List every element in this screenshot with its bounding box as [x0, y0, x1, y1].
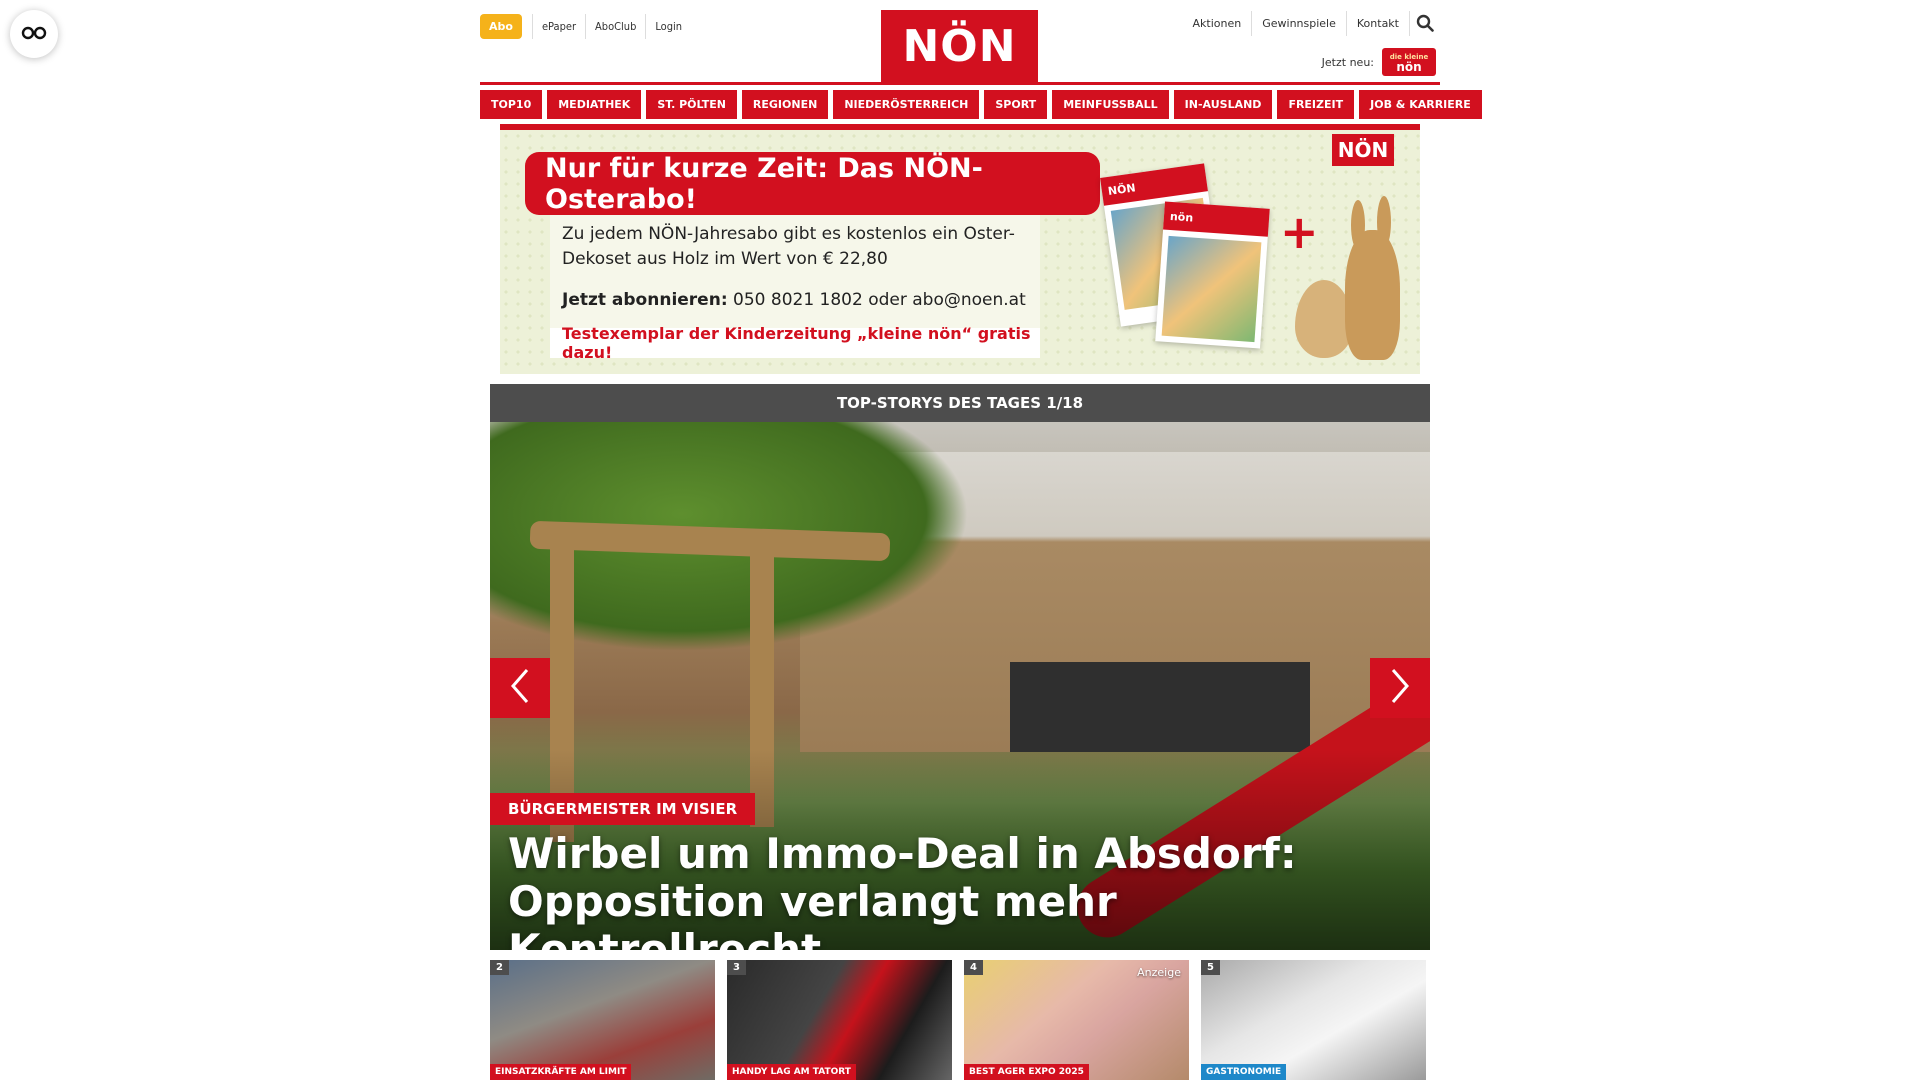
ad-kinderzeitung-title: nön — [1163, 201, 1270, 237]
hero-kicker: BÜRGERMEISTER IM VISIER — [490, 793, 756, 825]
top-left-links: Abo ePaper AboClub Login — [480, 14, 691, 39]
carousel-prev-button[interactable] — [490, 658, 550, 718]
story-thumbnail[interactable]: 4 Anzeige BEST AGER EXPO 2025 — [964, 960, 1189, 1080]
ad-kinderzeitung-offer: Testexemplar der Kinderzeitung „kleine n… — [550, 324, 1040, 362]
aktionen-link[interactable]: Aktionen — [1183, 10, 1253, 36]
story-kicker: HANDY LAG AM TATORT — [727, 1064, 856, 1080]
top-right-links: Aktionen Gewinnspiele Kontakt — [1183, 10, 1440, 36]
nav-item-freizeit[interactable]: FREIZEIT — [1277, 90, 1355, 119]
carousel-next-button[interactable] — [1370, 658, 1430, 718]
login-link[interactable]: Login — [645, 14, 691, 39]
kontakt-link[interactable]: Kontakt — [1347, 10, 1410, 36]
chevron-right-icon — [1389, 668, 1411, 708]
nav-item-meinfussball[interactable]: MEINFUSSBALL — [1052, 90, 1169, 119]
story-thumbnail[interactable]: 2 EINSATZKRÄFTE AM LIMIT — [490, 960, 715, 1080]
search-icon[interactable] — [1410, 10, 1440, 36]
story-thumbnail[interactable]: 5 GASTRONOMIE — [1201, 960, 1426, 1080]
easter-bunny-image — [1345, 196, 1400, 360]
story-number: 3 — [727, 960, 746, 975]
ad-contact-details: 050 8021 1802 oder abo@noen.at — [727, 290, 1026, 310]
nav-item-mediathek[interactable]: MEDIATHEK — [547, 90, 642, 119]
aboclub-link[interactable]: AboClub — [585, 14, 645, 39]
page-container: Abo ePaper AboClub Login NÖN Aktionen Ge… — [480, 0, 1482, 1080]
site-header: Abo ePaper AboClub Login NÖN Aktionen Ge… — [480, 0, 1440, 90]
nav-item-top10[interactable]: TOP10 — [480, 90, 543, 119]
story-kicker: GASTRONOMIE — [1201, 1064, 1287, 1080]
glasses-icon — [21, 25, 47, 44]
nav-item-st-poelten[interactable]: ST. PÖLTEN — [646, 90, 737, 119]
jetzt-neu: Jetzt neu: die kleine nön — [1322, 48, 1436, 76]
top-stories-title: TOP-STORYS DES TAGES 1/18 — [490, 384, 1430, 422]
chevron-left-icon — [509, 668, 531, 708]
story-number: 4 — [964, 960, 983, 975]
story-thumbnails: 2 EINSATZKRÄFTE AM LIMIT 3 HANDY LAG AM … — [490, 960, 1430, 1080]
story-number: 5 — [1201, 960, 1220, 975]
story-number: 2 — [490, 960, 509, 975]
hero-image-windows — [1010, 662, 1310, 752]
main-nav: TOP10 MEDIATHEK ST. PÖLTEN REGIONEN NIED… — [480, 90, 1482, 119]
nav-item-sport[interactable]: SPORT — [984, 90, 1048, 119]
story-thumbnail[interactable]: 3 HANDY LAG AM TATORT — [727, 960, 952, 1080]
ad-label: Anzeige — [1137, 966, 1181, 979]
ad-contact-label: Jetzt abonnieren: — [562, 290, 728, 310]
noen-logo[interactable]: NÖN — [881, 10, 1038, 83]
accessibility-button[interactable] — [10, 10, 58, 58]
jetzt-neu-label: Jetzt neu: — [1321, 55, 1374, 69]
ad-kinderzeitung-image: nön — [1155, 201, 1270, 349]
hero-story[interactable]: BÜRGERMEISTER IM VISIER Wirbel um Immo-D… — [490, 422, 1430, 950]
logo-text: NÖN — [902, 21, 1017, 72]
osterabo-ad-banner[interactable]: Nur für kurze Zeit: Das NÖN-Osterabo! Zu… — [500, 124, 1420, 374]
ad-headline: Nur für kurze Zeit: Das NÖN-Osterabo! — [525, 152, 1100, 215]
kleine-noen-logo[interactable]: die kleine nön — [1382, 48, 1436, 76]
ad-contact: Jetzt abonnieren: 050 8021 1802 oder abo… — [562, 290, 1026, 310]
gewinnspiele-link[interactable]: Gewinnspiele — [1252, 10, 1347, 36]
abo-button[interactable]: Abo — [480, 14, 522, 39]
ad-noen-logo: NÖN — [1332, 134, 1394, 166]
nav-item-in-ausland[interactable]: IN-AUSLAND — [1173, 90, 1273, 119]
nav-item-job-karriere[interactable]: JOB & KARRIERE — [1359, 90, 1482, 119]
ad-kinderzeitung-cover — [1161, 235, 1262, 343]
kleine-logo-main: nön — [1396, 60, 1422, 74]
ad-description: Zu jedem NÖN-Jahresabo gibt es kostenlos… — [562, 224, 1015, 269]
epaper-link[interactable]: ePaper — [531, 14, 585, 39]
story-kicker: EINSATZKRÄFTE AM LIMIT — [490, 1064, 632, 1080]
hero-headline[interactable]: Wirbel um Immo-Deal in Absdorf: Oppositi… — [508, 830, 1388, 951]
story-kicker: BEST AGER EXPO 2025 — [964, 1064, 1089, 1080]
nav-item-niederoesterreich[interactable]: NIEDERÖSTERREICH — [833, 90, 980, 119]
top-stories: TOP-STORYS DES TAGES 1/18 BÜRGERMEISTER … — [490, 384, 1430, 1080]
nav-item-regionen[interactable]: REGIONEN — [741, 90, 829, 119]
header-divider — [480, 82, 1440, 85]
plus-icon: + — [1280, 205, 1319, 259]
